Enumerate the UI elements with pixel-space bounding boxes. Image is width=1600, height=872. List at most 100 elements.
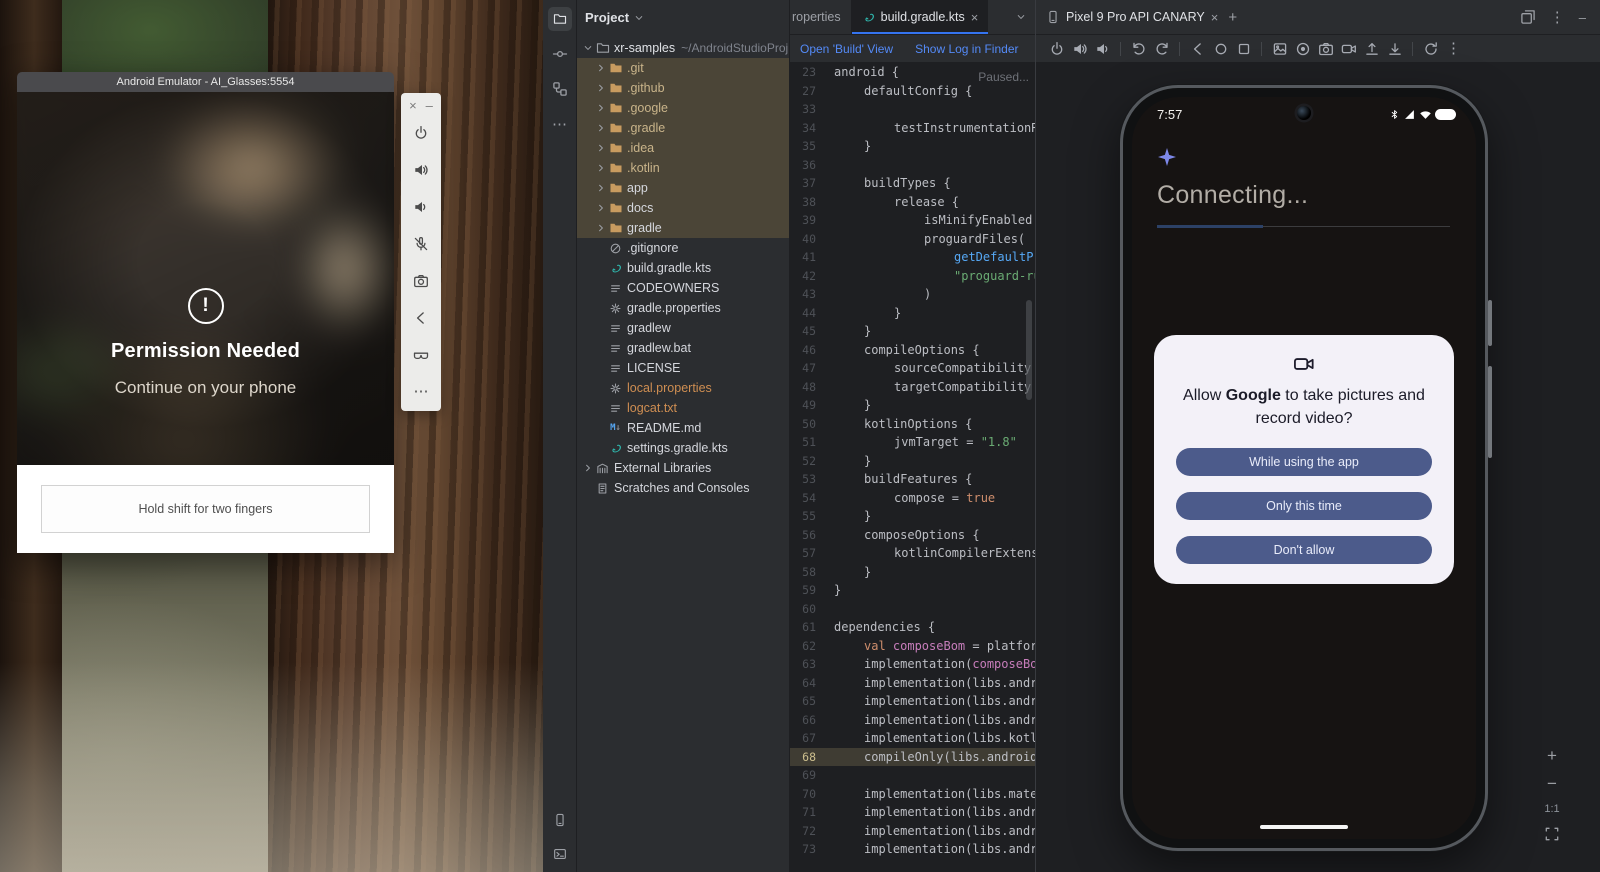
tree-item-settings-gradle-kts[interactable]: settings.gradle.kts	[577, 438, 789, 458]
commit-icon[interactable]	[548, 42, 572, 66]
tree-item-scratches-and-consoles[interactable]: Scratches and Consoles	[577, 478, 789, 498]
tree-item-external-libraries[interactable]: External Libraries	[577, 458, 789, 478]
editor-scrollbar[interactable]	[1026, 300, 1032, 400]
tree-item-logcat-txt[interactable]: logcat.txt	[577, 398, 789, 418]
tree-item-gradle[interactable]: .gradle	[577, 118, 789, 138]
overview-icon[interactable]	[1235, 41, 1252, 57]
download-icon[interactable]	[1386, 41, 1403, 57]
close-icon[interactable]: ×	[409, 99, 417, 112]
back-icon[interactable]	[406, 299, 436, 336]
emulator-screen[interactable]: ! Permission Needed Continue on your pho…	[17, 92, 394, 465]
chevron-right-icon[interactable]	[594, 182, 607, 194]
chevron-right-icon[interactable]	[594, 82, 607, 94]
open-window-icon[interactable]	[1520, 9, 1536, 25]
tree-item-readme-md[interactable]: M↓README.md	[577, 418, 789, 438]
chevron-right-icon[interactable]	[581, 462, 594, 474]
tree-item-gitignore[interactable]: .gitignore	[577, 238, 789, 258]
editor-area: ropertiesbuild.gradle.kts× Open 'Build' …	[790, 0, 1035, 872]
tree-item-local-properties[interactable]: local.properties	[577, 378, 789, 398]
volume-up-icon[interactable]	[1071, 41, 1088, 57]
more-v-icon[interactable]: ⋮	[1445, 41, 1462, 56]
structure-icon[interactable]	[548, 77, 572, 101]
power-icon[interactable]	[406, 114, 436, 151]
rotate-right-icon[interactable]	[1153, 41, 1170, 57]
code-editor[interactable]: 23android {27defaultConfig {3334testInst…	[790, 63, 1035, 872]
project-tree: xr-samples ~/AndroidStudioProj .git.gith…	[577, 35, 789, 498]
minimize-icon[interactable]: –	[426, 99, 433, 112]
chevron-right-icon[interactable]	[594, 202, 607, 214]
more-h-icon[interactable]: ⋯	[406, 373, 436, 410]
smart-glasses-icon[interactable]	[406, 336, 436, 373]
notification-link-open-build-view[interactable]: Open 'Build' View	[800, 42, 893, 56]
terminal-icon[interactable]	[548, 842, 572, 866]
tree-item-gradle[interactable]: gradle	[577, 218, 789, 238]
tree-item-app[interactable]: app	[577, 178, 789, 198]
more-h-icon[interactable]: ⋯	[548, 112, 572, 136]
tree-root-xr-samples[interactable]: xr-samples ~/AndroidStudioProj	[577, 38, 789, 58]
zoom-scale-label[interactable]: 1:1	[1544, 803, 1559, 815]
project-folder-icon[interactable]	[548, 7, 572, 31]
volume-down-icon[interactable]	[406, 188, 436, 225]
device-tab-label[interactable]: Pixel 9 Pro API CANARY	[1066, 10, 1205, 24]
tree-item-idea[interactable]: .idea	[577, 138, 789, 158]
chevron-right-icon[interactable]	[594, 222, 607, 234]
editor-tab-build-gradle-kts[interactable]: build.gradle.kts×	[852, 0, 989, 34]
photo-camera-icon[interactable]	[406, 262, 436, 299]
phone-volume-button	[1488, 366, 1492, 458]
photo-camera-icon[interactable]	[1317, 41, 1334, 57]
upload-icon[interactable]	[1363, 41, 1380, 57]
dialog-button-don-t-allow[interactable]: Don't allow	[1176, 536, 1432, 564]
tree-item-build-gradle-kts[interactable]: build.gradle.kts	[577, 258, 789, 278]
power-icon[interactable]	[1048, 41, 1065, 57]
device-manager-icon[interactable]	[548, 808, 572, 832]
volume-down-icon[interactable]	[1094, 41, 1111, 57]
chevron-right-icon[interactable]	[594, 142, 607, 154]
tree-item-gradlew-bat[interactable]: gradlew.bat	[577, 338, 789, 358]
code-line-34: 34testInstrumentationR	[790, 119, 1035, 138]
screenshot-icon[interactable]	[1271, 41, 1288, 57]
zoom-out-button[interactable]: −	[1547, 775, 1557, 792]
record-icon[interactable]	[1294, 41, 1311, 57]
tree-item-git[interactable]: .git	[577, 58, 789, 78]
tree-item-kotlin[interactable]: .kotlin	[577, 158, 789, 178]
home-indicator[interactable]	[1260, 825, 1348, 829]
add-device-tab-button[interactable]: +	[1228, 10, 1237, 25]
tree-item-codeowners[interactable]: CODEOWNERS	[577, 278, 789, 298]
tree-item-github[interactable]: .github	[577, 78, 789, 98]
chevron-down-icon[interactable]	[581, 42, 594, 54]
tree-item-gradlew[interactable]: gradlew	[577, 318, 789, 338]
chevron-right-icon[interactable]	[594, 62, 607, 74]
editor-tab-roperties[interactable]: roperties	[790, 0, 852, 34]
volume-up-icon[interactable]	[406, 151, 436, 188]
rotate-left-icon[interactable]	[1130, 41, 1147, 57]
chevron-right-icon[interactable]	[594, 162, 607, 174]
code-line-68: 68compileOnly(libs.android	[790, 748, 1035, 767]
chevron-right-icon[interactable]	[594, 122, 607, 134]
zoom-in-button[interactable]: +	[1547, 747, 1557, 764]
mic-off-icon[interactable]	[406, 225, 436, 262]
more-v-icon[interactable]: ⋮	[1550, 9, 1565, 25]
tree-item-docs[interactable]: docs	[577, 198, 789, 218]
phone-screen[interactable]: 7:57 Connecting... Allow Google to take …	[1132, 97, 1476, 839]
minimize-icon[interactable]: –	[1579, 9, 1586, 25]
tree-item-gradle-properties[interactable]: gradle.properties	[577, 298, 789, 318]
home-icon[interactable]	[1212, 41, 1229, 57]
dialog-button-only-this-time[interactable]: Only this time	[1176, 492, 1432, 520]
video-camera-icon[interactable]	[1340, 41, 1357, 57]
tree-item-license[interactable]: LICENSE	[577, 358, 789, 378]
close-icon[interactable]: ×	[971, 11, 979, 24]
close-icon[interactable]: ×	[1211, 11, 1219, 24]
folder-icon	[607, 61, 624, 75]
notification-link-show-log-in-finder[interactable]: Show Log in Finder	[915, 42, 1018, 56]
fit-screen-icon[interactable]	[1544, 826, 1560, 842]
chevron-right-icon[interactable]	[594, 102, 607, 114]
dialog-button-while-using-the-app[interactable]: While using the app	[1176, 448, 1432, 476]
hidden-tabs-dropdown[interactable]	[1007, 0, 1035, 34]
restart-icon[interactable]	[1422, 41, 1439, 57]
chevron-down-icon[interactable]	[633, 12, 645, 24]
emulator-window-title[interactable]: Android Emulator - AI_Glasses:5554	[17, 72, 394, 92]
tree-item-google[interactable]: .google	[577, 98, 789, 118]
back-icon[interactable]	[1189, 41, 1206, 57]
video-camera-icon	[1293, 353, 1315, 375]
project-panel-title[interactable]: Project	[585, 10, 629, 25]
